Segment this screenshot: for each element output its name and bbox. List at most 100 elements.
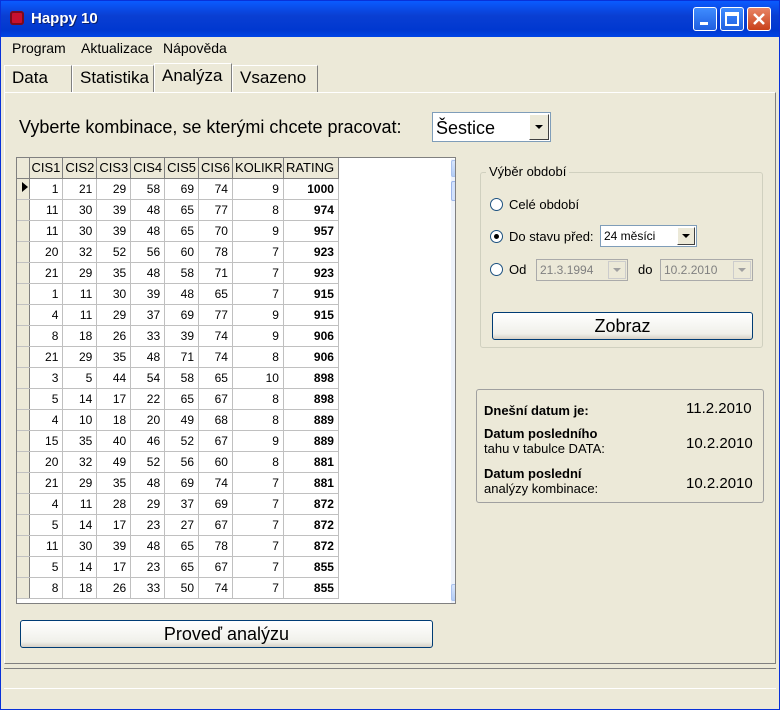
grid-cell[interactable]: 18 (62, 577, 98, 599)
grid-cell[interactable]: 56 (130, 241, 166, 263)
radio-until[interactable] (490, 230, 503, 243)
grid-cell[interactable]: 69 (164, 472, 200, 494)
grid-cell[interactable]: 23 (130, 556, 166, 578)
grid-cell[interactable]: 37 (164, 493, 200, 515)
grid-cell[interactable]: 69 (164, 178, 200, 200)
grid-cell[interactable]: 33 (130, 325, 166, 347)
scroll-down-button[interactable] (451, 584, 455, 601)
grid-cell[interactable]: 5 (29, 514, 64, 536)
grid-cell[interactable]: 35 (96, 262, 132, 284)
grid-cell[interactable]: 39 (130, 283, 166, 305)
table-row[interactable]: 11 30 39 48 65 70 9 957 (17, 220, 339, 242)
table-row[interactable]: 8 18 26 33 39 74 9 906 (17, 325, 339, 347)
grid-cell[interactable]: 29 (96, 178, 132, 200)
grid-cell[interactable]: 35 (96, 346, 132, 368)
grid-cell[interactable]: 52 (130, 451, 166, 473)
grid-cell[interactable]: 65 (164, 535, 200, 557)
table-row[interactable]: 11 30 39 48 65 78 7 872 (17, 535, 339, 557)
grid-cell[interactable]: 872 (283, 493, 339, 515)
grid-cell[interactable]: 17 (96, 556, 132, 578)
title-bar[interactable]: Happy 10 (1, 1, 779, 37)
grid-cell[interactable]: 9 (232, 430, 284, 452)
grid-cell[interactable]: 8 (232, 451, 284, 473)
grid-cell[interactable]: 923 (283, 262, 339, 284)
grid-cell[interactable]: 906 (283, 346, 339, 368)
grid-cell[interactable]: 70 (198, 220, 233, 242)
grid-cell[interactable]: 39 (96, 535, 132, 557)
row-indicator[interactable] (17, 283, 30, 305)
until-dropdown-button[interactable] (677, 227, 695, 245)
label-until[interactable]: Do stavu před: (509, 229, 594, 244)
grid-cell[interactable]: 77 (198, 304, 233, 326)
row-indicator[interactable] (17, 367, 30, 389)
radio-from[interactable] (490, 263, 503, 276)
grid-cell[interactable]: 7 (232, 556, 284, 578)
row-indicator[interactable] (17, 577, 30, 599)
grid-cell[interactable]: 9 (232, 220, 284, 242)
menu-aktualizace[interactable]: Aktualizace (81, 40, 153, 56)
grid-cell[interactable]: 27 (164, 514, 200, 536)
grid-cell[interactable]: 32 (62, 241, 98, 263)
grid-cell[interactable]: 60 (198, 451, 233, 473)
grid-cell[interactable]: 9 (232, 178, 284, 200)
grid-cell[interactable]: 8 (232, 388, 284, 410)
grid-cell[interactable]: 7 (232, 535, 284, 557)
row-indicator[interactable] (17, 262, 30, 284)
grid-cell[interactable]: 48 (130, 472, 166, 494)
grid-cell[interactable]: 21 (29, 262, 64, 284)
grid-cell[interactable]: 28 (96, 493, 132, 515)
grid-cell[interactable]: 889 (283, 430, 339, 452)
grid-cell[interactable]: 11 (29, 220, 64, 242)
grid-cell[interactable]: 74 (198, 472, 233, 494)
grid-cell[interactable]: 4 (29, 493, 64, 515)
table-row[interactable]: 20 32 49 52 56 60 8 881 (17, 451, 339, 473)
grid-cell[interactable]: 7 (232, 283, 284, 305)
table-row[interactable]: 21 29 35 48 58 71 7 923 (17, 262, 339, 284)
row-indicator[interactable] (17, 388, 30, 410)
grid-cell[interactable]: 74 (198, 178, 233, 200)
grid-cell[interactable]: 5 (62, 367, 98, 389)
row-indicator[interactable] (17, 430, 30, 452)
grid-cell[interactable]: 29 (130, 493, 166, 515)
grid-cell[interactable]: 1 (29, 178, 64, 200)
grid-cell[interactable]: 58 (130, 178, 166, 200)
grid-cell[interactable]: 74 (198, 346, 233, 368)
grid-cell[interactable]: 17 (96, 514, 132, 536)
grid-cell[interactable]: 906 (283, 325, 339, 347)
grid-cell[interactable]: 65 (164, 220, 200, 242)
grid-cell[interactable]: 7 (232, 472, 284, 494)
column-header[interactable]: CIS3 (96, 158, 132, 179)
row-indicator[interactable] (17, 472, 30, 494)
label-whole-period[interactable]: Celé období (509, 197, 579, 212)
grid-cell[interactable]: 48 (130, 535, 166, 557)
grid-cell[interactable]: 35 (62, 430, 98, 452)
grid-cell[interactable]: 71 (164, 346, 200, 368)
row-indicator[interactable] (17, 451, 30, 473)
grid-cell[interactable]: 881 (283, 451, 339, 473)
grid-cell[interactable]: 37 (130, 304, 166, 326)
grid-cell[interactable]: 67 (198, 430, 233, 452)
table-row[interactable]: 5 14 17 23 27 67 7 872 (17, 514, 339, 536)
table-row[interactable]: 3 5 44 54 58 65 10 898 (17, 367, 339, 389)
row-indicator[interactable] (17, 514, 30, 536)
grid-cell[interactable]: 8 (232, 199, 284, 221)
grid-cell[interactable]: 30 (62, 535, 98, 557)
grid-cell[interactable]: 78 (198, 241, 233, 263)
grid-cell[interactable]: 10 (232, 367, 284, 389)
grid-cell[interactable]: 20 (130, 409, 166, 431)
until-select[interactable]: 24 měsíci (600, 225, 697, 247)
label-from[interactable]: Od (509, 262, 526, 277)
grid-cell[interactable]: 14 (62, 556, 98, 578)
grid-cell[interactable]: 48 (130, 220, 166, 242)
grid-cell[interactable]: 22 (130, 388, 166, 410)
radio-whole-period[interactable] (490, 198, 503, 211)
grid-cell[interactable]: 11 (62, 304, 98, 326)
grid-cell[interactable]: 21 (29, 472, 64, 494)
row-indicator[interactable] (17, 304, 30, 326)
grid-cell[interactable]: 5 (29, 388, 64, 410)
grid-cell[interactable]: 69 (198, 493, 233, 515)
grid-cell[interactable]: 54 (130, 367, 166, 389)
grid-cell[interactable]: 65 (198, 367, 233, 389)
grid-cell[interactable]: 889 (283, 409, 339, 431)
to-date-picker[interactable]: 10.2.2010 (660, 259, 753, 281)
